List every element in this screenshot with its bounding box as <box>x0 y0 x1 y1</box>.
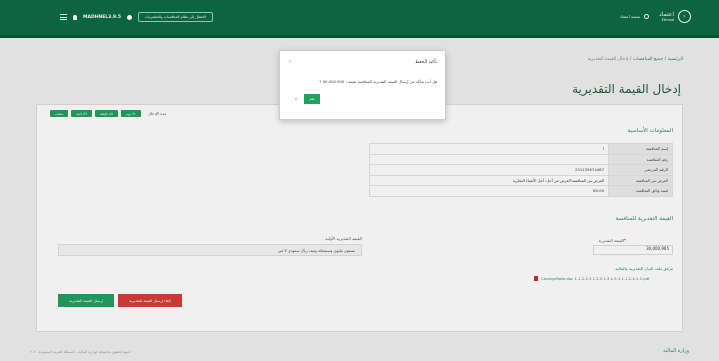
dialog-title: تأكيد الحفظ <box>415 60 437 65</box>
confirm-dialog: تأكيد الحفظ × هل أنت متأكد من إرسال القي… <box>279 50 446 120</box>
close-icon[interactable]: × <box>288 59 292 65</box>
dialog-message: هل أنت متأكد من إرسال القيمة التقديرية ل… <box>319 79 437 84</box>
confirm-no-button[interactable]: لا <box>295 97 297 101</box>
confirm-yes-button[interactable]: نعم <box>304 94 320 104</box>
